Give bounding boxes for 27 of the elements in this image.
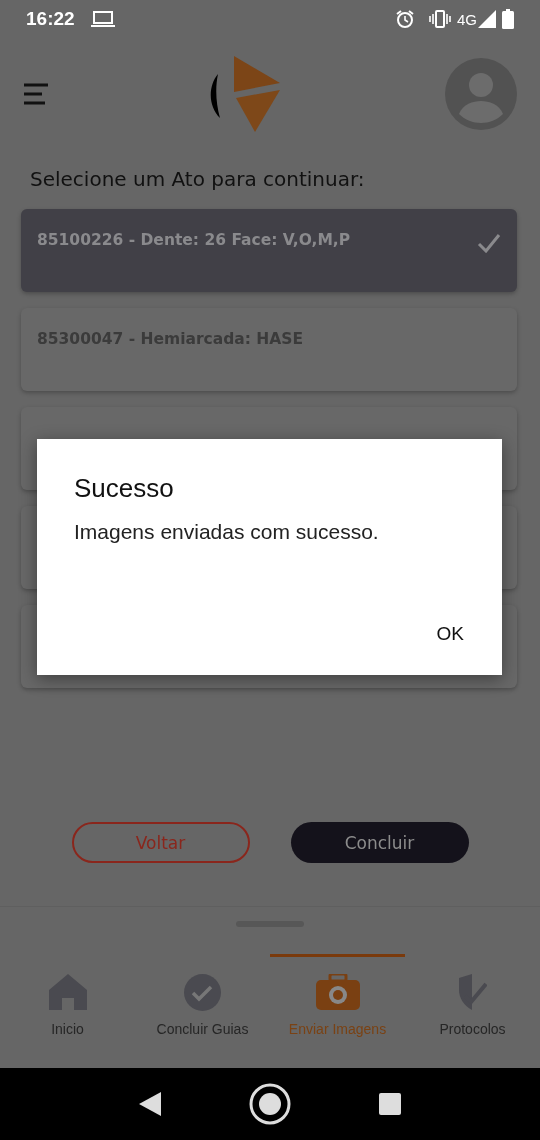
nav-tab[interactable]: Enviar Imagens: [270, 954, 405, 1038]
nav-tab[interactable]: Inicio: [0, 954, 135, 1038]
back-icon[interactable]: [139, 1092, 161, 1116]
home-button-icon[interactable]: [249, 1083, 291, 1125]
nav-tab[interactable]: Concluir Guias: [135, 954, 270, 1038]
signal-icon: [478, 10, 496, 28]
menu-icon[interactable]: [24, 83, 49, 105]
finish-button[interactable]: Concluir: [290, 822, 469, 863]
act-card[interactable]: 85100226 - Dente: 26 Face: V,O,M,P: [21, 209, 517, 292]
ok-button[interactable]: OK: [424, 615, 476, 653]
battery-icon: [502, 9, 514, 29]
vibrate-icon: [429, 10, 451, 28]
clock-time: 16:22: [26, 8, 75, 30]
back-button[interactable]: Voltar: [71, 822, 250, 863]
prompt-text: Selecione um Ato para continuar:: [30, 167, 365, 191]
nav-tab[interactable]: Protocolos: [405, 954, 540, 1038]
dialog-message: Imagens enviadas com sucesso.: [74, 520, 380, 544]
network-type: 4G: [457, 10, 477, 28]
dialog-title: Sucesso: [74, 473, 175, 504]
shield-check-icon: [458, 974, 487, 1010]
camera-icon: [315, 974, 360, 1010]
home-icon: [48, 974, 87, 1010]
alarm-icon: [395, 9, 415, 29]
check-circle-icon: [184, 973, 221, 1011]
laptop-icon: [90, 10, 115, 28]
check-icon: [477, 233, 501, 253]
act-label: 85100226 - Dente: 26 Face: V,O,M,P: [37, 231, 352, 249]
